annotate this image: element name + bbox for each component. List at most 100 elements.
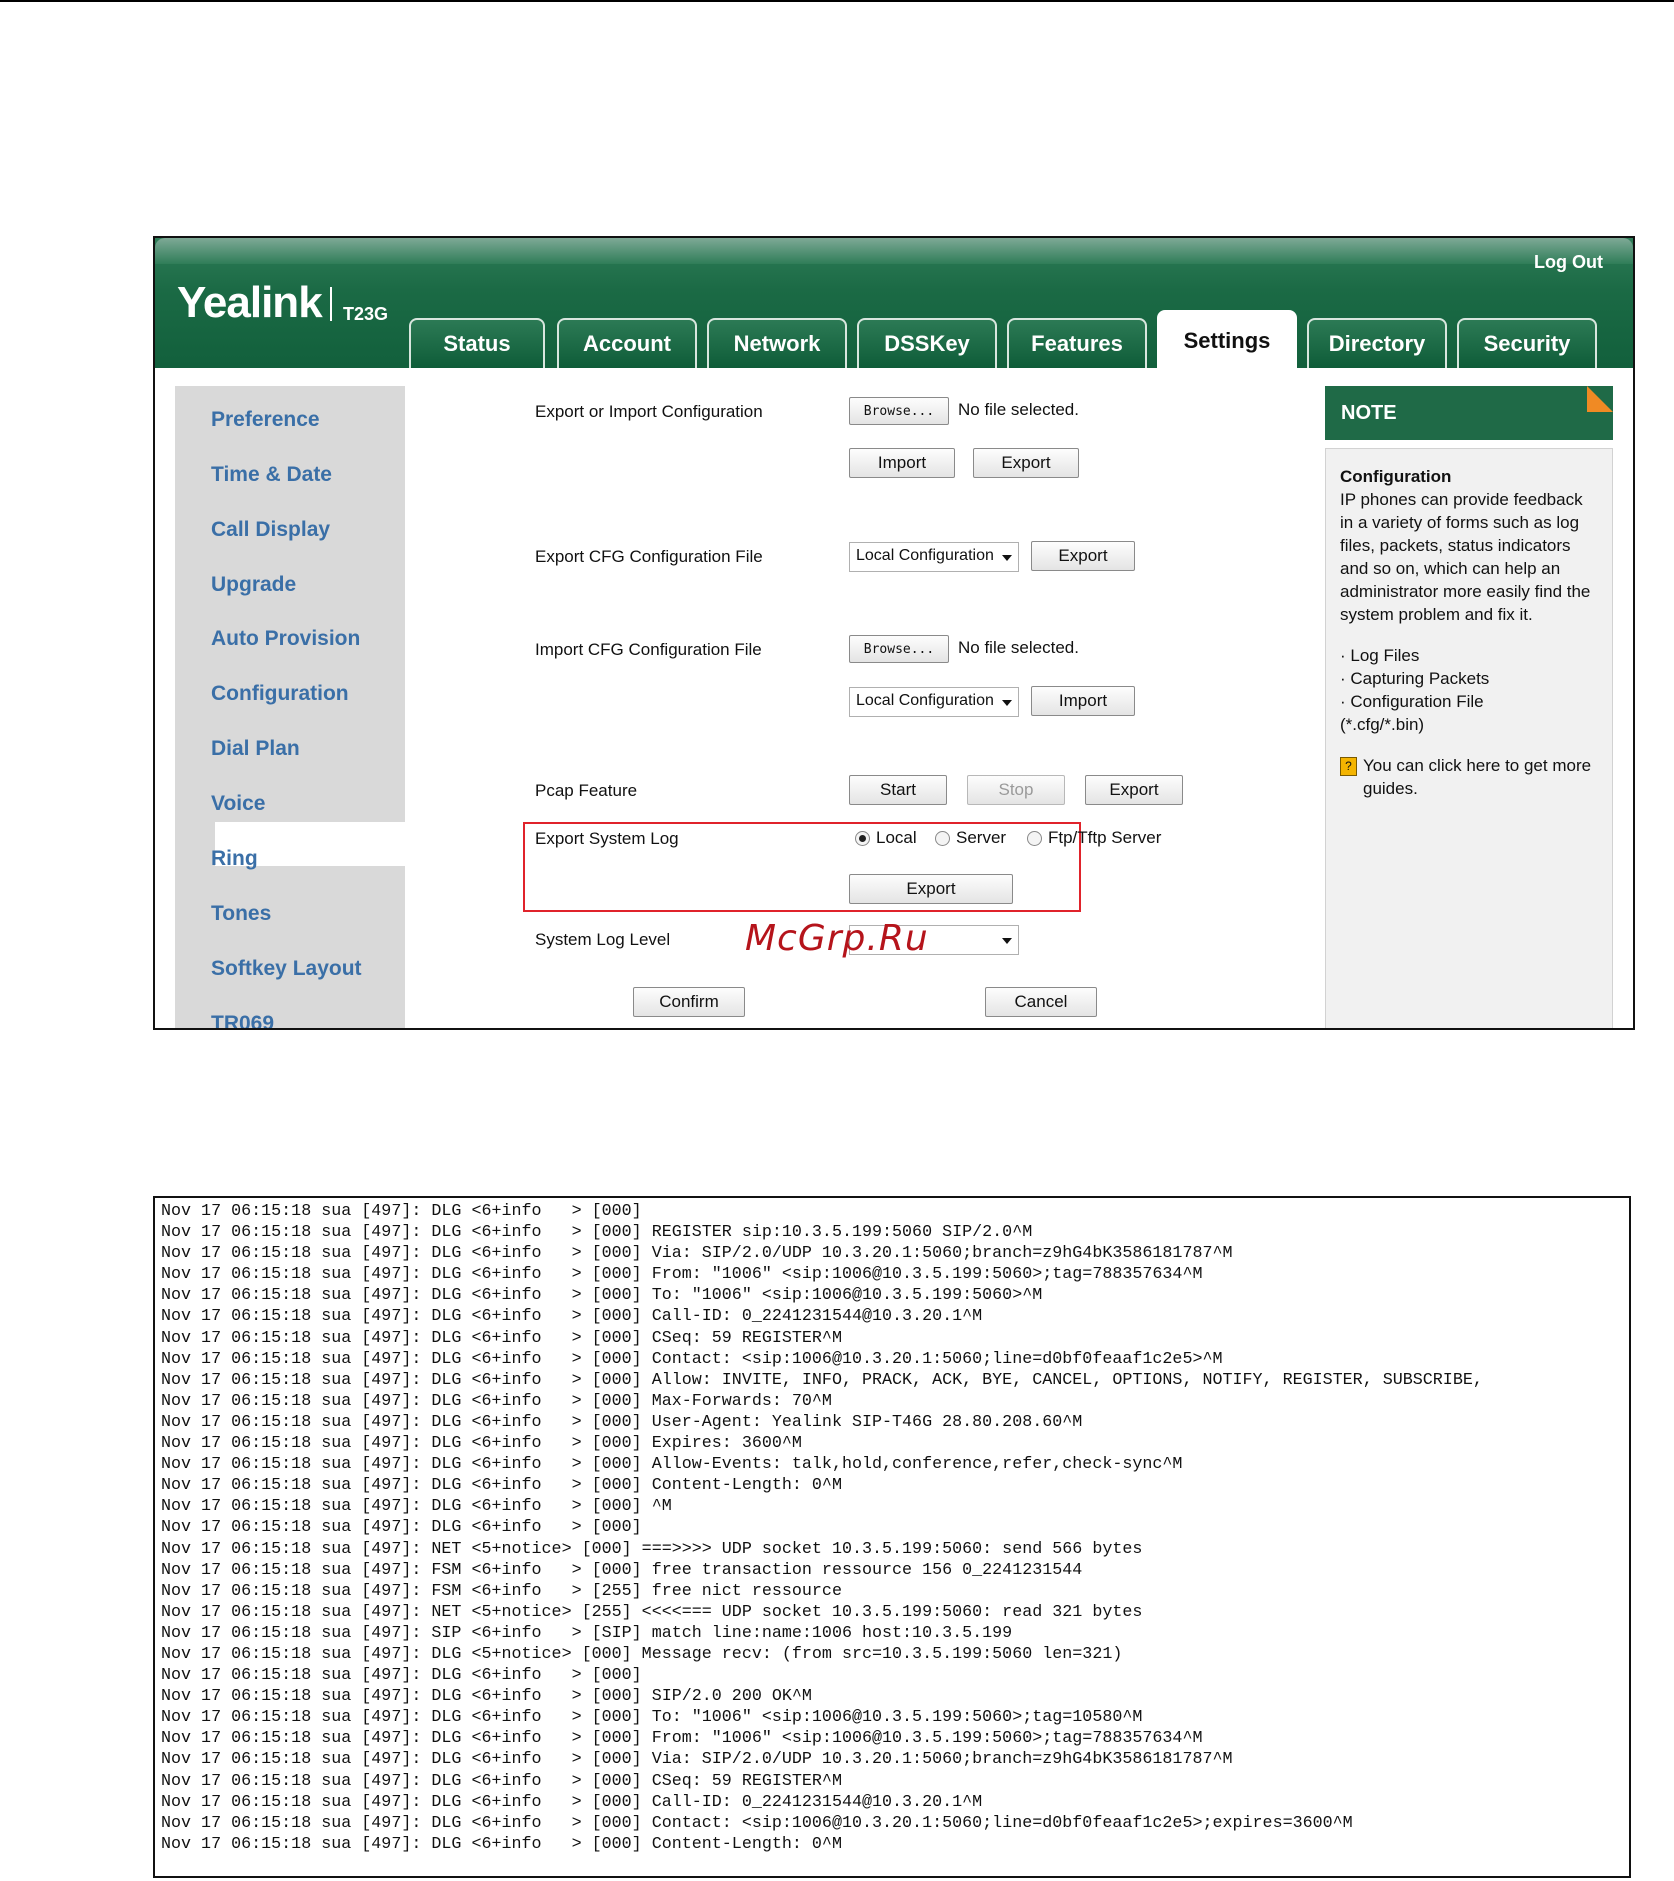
note-header: NOTE	[1325, 386, 1613, 440]
radio-ftp-label: Ftp/Tftp Server	[1048, 828, 1162, 847]
export-system-log-button[interactable]: Export	[849, 874, 1013, 904]
log-line: Nov 17 06:15:18 sua [497]: DLG <6+info >…	[161, 1708, 1143, 1728]
logout-link[interactable]: Log Out	[1534, 252, 1603, 273]
page-top-rule	[0, 0, 1674, 2]
log-line: Nov 17 06:15:18 sua [497]: DLG <6+info >…	[161, 1792, 983, 1812]
import-cfg-file-status: No file selected.	[958, 638, 1079, 657]
note-item: (*.cfg/*.bin)	[1340, 715, 1425, 734]
note-heading: NOTE	[1341, 401, 1397, 424]
log-line: Nov 17 06:15:18 sua [497]: SIP <6+info >…	[161, 1623, 1013, 1643]
log-line: Nov 17 06:15:18 sua [497]: DLG <6+info >…	[161, 1834, 842, 1854]
file-status: No file selected.	[958, 400, 1079, 419]
tab-status[interactable]: Status	[409, 318, 545, 368]
sidebar-item-dial-plan[interactable]: Dial Plan	[211, 737, 300, 761]
export-import-label: Export or Import Configuration	[535, 402, 763, 421]
header-bar: Yealink T23G Log Out Status Account Netw…	[155, 238, 1633, 370]
log-line: Nov 17 06:15:18 sua [497]: DLG <6+info >…	[161, 1434, 802, 1454]
chevron-down-icon	[1002, 700, 1012, 706]
note-item: · Capturing Packets	[1340, 669, 1490, 688]
import-cfg-button[interactable]: Import	[1031, 686, 1135, 716]
note-list: · Log Files · Capturing Packets · Config…	[1340, 644, 1598, 736]
sidebar-item-preference[interactable]: Preference	[211, 408, 320, 432]
import-button[interactable]: Import	[849, 448, 955, 478]
note-item: · Log Files	[1340, 646, 1420, 665]
log-line: Nov 17 06:15:18 sua [497]: DLG <6+info >…	[161, 1412, 1083, 1432]
radio-local-label: Local	[876, 828, 917, 847]
chevron-down-icon	[1002, 938, 1012, 944]
tab-network[interactable]: Network	[707, 318, 847, 368]
chevron-down-icon	[1002, 555, 1012, 561]
log-line: Nov 17 06:15:18 sua [497]: FSM <6+info >…	[161, 1560, 1083, 1580]
sidebar-item-call-display[interactable]: Call Display	[211, 518, 330, 542]
radio-server-label: Server	[956, 828, 1007, 847]
log-line: Nov 17 06:15:18 sua [497]: DLG <6+info >…	[161, 1202, 642, 1221]
export-cfg-label: Export CFG Configuration File	[535, 547, 763, 566]
sidebar-item-ring[interactable]: Ring	[211, 847, 258, 871]
sidebar-item-softkey-layout[interactable]: Softkey Layout	[211, 957, 362, 981]
log-line: Nov 17 06:15:18 sua [497]: DLG <6+info >…	[161, 1223, 1033, 1243]
log-line: Nov 17 06:15:18 sua [497]: DLG <6+info >…	[161, 1286, 1043, 1306]
log-line: Nov 17 06:15:18 sua [497]: DLG <6+info >…	[161, 1750, 1233, 1770]
sidebar-item-tones[interactable]: Tones	[211, 902, 271, 926]
import-cfg-browse-button[interactable]: Browse...	[849, 635, 949, 663]
export-cfg-select-value: Local Configuration	[856, 547, 994, 564]
radio-local[interactable]: Local	[855, 828, 917, 848]
tab-directory[interactable]: Directory	[1307, 318, 1447, 368]
note-title: Configuration	[1340, 467, 1452, 486]
export-system-log-label: Export System Log	[535, 829, 679, 848]
note-text: IP phones can provide feedback in a vari…	[1340, 490, 1591, 624]
export-cfg-button[interactable]: Export	[1031, 541, 1135, 571]
pcap-start-button[interactable]: Start	[849, 775, 947, 805]
radio-ftp-tftp-server[interactable]: Ftp/Tftp Server	[1027, 828, 1161, 848]
sidebar-item-tr069[interactable]: TR069	[211, 1012, 274, 1028]
pcap-stop-button[interactable]: Stop	[967, 775, 1065, 805]
log-line: Nov 17 06:15:18 sua [497]: DLG <6+info >…	[161, 1328, 842, 1348]
log-line: Nov 17 06:15:18 sua [497]: DLG <6+info >…	[161, 1370, 1483, 1390]
pcap-label: Pcap Feature	[535, 781, 638, 800]
log-line: Nov 17 06:15:18 sua [497]: DLG <6+info >…	[161, 1265, 1203, 1285]
log-line: Nov 17 06:15:18 sua [497]: DLG <6+info >…	[161, 1729, 1203, 1749]
sidebar-item-time-date[interactable]: Time & Date	[211, 463, 332, 487]
log-line: Nov 17 06:15:18 sua [497]: DLG <6+info >…	[161, 1518, 642, 1538]
tab-settings[interactable]: Settings	[1157, 310, 1297, 370]
note-panel: Configuration IP phones can provide feed…	[1325, 448, 1613, 1028]
radio-server[interactable]: Server	[935, 828, 1006, 848]
log-line: Nov 17 06:15:18 sua [497]: DLG <6+info >…	[161, 1497, 672, 1517]
model-label: T23G	[343, 304, 389, 324]
log-line: Nov 17 06:15:18 sua [497]: DLG <5+notice…	[161, 1644, 1123, 1664]
tab-account[interactable]: Account	[557, 318, 697, 368]
export-button[interactable]: Export	[973, 448, 1079, 478]
pcap-export-button[interactable]: Export	[1085, 775, 1183, 805]
note-item: · Configuration File	[1340, 692, 1484, 711]
question-book-icon: ?	[1340, 757, 1357, 776]
sidebar-item-voice[interactable]: Voice	[211, 792, 265, 816]
log-line: Nov 17 06:15:18 sua [497]: DLG <6+info >…	[161, 1244, 1233, 1264]
log-level-label: System Log Level	[535, 930, 671, 949]
sidebar: Preference Time & Date Call Display Upgr…	[175, 386, 433, 1028]
confirm-button[interactable]: Confirm	[633, 987, 745, 1017]
log-line: Nov 17 06:15:18 sua [497]: DLG <6+info >…	[161, 1813, 1353, 1833]
log-line: Nov 17 06:15:18 sua [497]: DLG <6+info >…	[161, 1476, 842, 1496]
sidebar-item-configuration[interactable]: Configuration	[211, 682, 349, 706]
log-line: Nov 17 06:15:18 sua [497]: FSM <6+info >…	[161, 1581, 842, 1601]
tab-dsskey[interactable]: DSSKey	[857, 318, 997, 368]
log-line: Nov 17 06:15:18 sua [497]: DLG <6+info >…	[161, 1687, 812, 1707]
import-cfg-select-value: Local Configuration	[856, 692, 994, 709]
guide-text: You can click here to get more guides.	[1363, 756, 1592, 798]
export-cfg-select[interactable]: Local Configuration	[849, 542, 1019, 572]
cancel-button[interactable]: Cancel	[985, 987, 1097, 1017]
import-cfg-select[interactable]: Local Configuration	[849, 687, 1019, 717]
tab-features[interactable]: Features	[1007, 318, 1147, 368]
log-line: Nov 17 06:15:18 sua [497]: DLG <6+info >…	[161, 1666, 642, 1686]
sidebar-item-upgrade[interactable]: Upgrade	[211, 573, 296, 597]
log-line: Nov 17 06:15:18 sua [497]: DLG <6+info >…	[161, 1307, 983, 1327]
watermark: McGrp.Ru	[745, 918, 929, 959]
guide-link[interactable]: ? You can click here to get more guides.	[1340, 754, 1598, 800]
web-ui-screenshot: Yealink T23G Log Out Status Account Netw…	[153, 236, 1635, 1030]
tab-security[interactable]: Security	[1457, 318, 1597, 368]
log-line: Nov 17 06:15:18 sua [497]: DLG <6+info >…	[161, 1349, 1223, 1369]
browse-button[interactable]: Browse...	[849, 397, 949, 425]
sidebar-item-auto-provision[interactable]: Auto Provision	[211, 627, 360, 651]
log-line: Nov 17 06:15:18 sua [497]: NET <5+notice…	[161, 1539, 1143, 1559]
log-line: Nov 17 06:15:18 sua [497]: DLG <6+info >…	[161, 1391, 832, 1411]
